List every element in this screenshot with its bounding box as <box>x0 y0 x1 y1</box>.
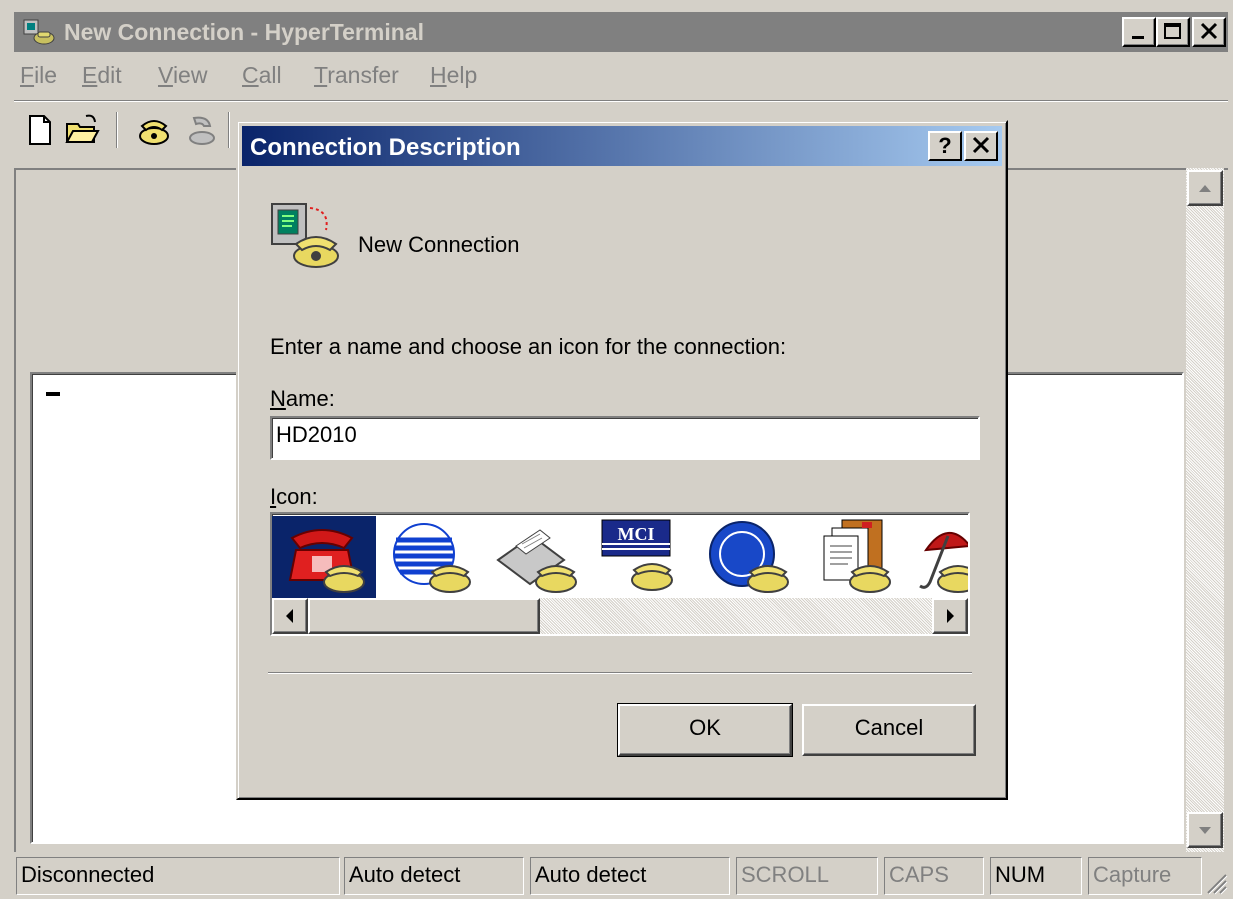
arrow-up-icon <box>1199 185 1211 192</box>
icon-option-ge[interactable] <box>696 516 800 598</box>
new-document-icon[interactable] <box>22 112 58 148</box>
mci-logo-icon: MCI <box>601 519 673 591</box>
globe-lines-icon <box>393 523 471 593</box>
status-caps: CAPS <box>884 857 984 895</box>
status-bar: Disconnected Auto detect Auto detect SCR… <box>14 855 1228 895</box>
vertical-scrollbar[interactable] <box>1186 168 1224 852</box>
dialog-title: Connection Description <box>250 134 521 161</box>
icon-option-red-phone[interactable] <box>272 516 376 598</box>
connection-computer-phone-icon <box>271 203 339 268</box>
maximize-icon <box>1164 23 1181 39</box>
status-capture: Capture <box>1088 857 1202 895</box>
icon-list[interactable]: MCI <box>270 512 970 636</box>
size-grip-icon[interactable] <box>1202 869 1228 895</box>
status-connection: Disconnected <box>16 857 340 895</box>
cancel-button[interactable]: Cancel <box>802 704 976 756</box>
window-title-bar[interactable]: New Connection - HyperTerminal <box>14 12 1228 52</box>
menu-file[interactable]: File <box>20 62 57 89</box>
icon-option-documents[interactable] <box>802 516 906 598</box>
minimize-icon <box>1132 36 1144 39</box>
icon-option-globe[interactable] <box>378 516 482 598</box>
arrow-left-icon <box>286 609 293 623</box>
status-emulation: Auto detect <box>344 857 524 895</box>
status-port-settings: Auto detect <box>530 857 730 895</box>
red-phone-icon <box>288 529 365 593</box>
maximize-button[interactable] <box>1156 17 1190 47</box>
close-button[interactable] <box>1192 17 1226 47</box>
arrow-right-icon <box>947 609 954 623</box>
ge-logo-icon <box>709 521 789 593</box>
icon-list-horizontal-scrollbar[interactable] <box>272 598 968 634</box>
dialog-title-bar[interactable]: Connection Description ? <box>242 126 1002 166</box>
call-phone-icon[interactable] <box>136 112 172 148</box>
name-input[interactable]: HD2010 <box>270 416 980 460</box>
toolbar-separator <box>116 112 118 148</box>
icon-option-fax[interactable] <box>484 516 588 598</box>
scroll-right-button[interactable] <box>932 598 968 634</box>
window-title: New Connection - HyperTerminal <box>64 19 424 45</box>
connection-name-display: New Connection <box>358 232 520 257</box>
instruction-text: Enter a name and choose an icon for the … <box>270 334 787 359</box>
status-scroll: SCROLL <box>736 857 878 895</box>
umbrella-icon <box>919 531 968 593</box>
scroll-down-button[interactable] <box>1187 812 1223 848</box>
documents-icon <box>823 519 891 593</box>
name-label: Name: <box>270 386 335 411</box>
help-button[interactable]: ? <box>928 131 962 161</box>
dialog-separator <box>268 672 972 674</box>
mci-logo-text: MCI <box>618 524 655 544</box>
icon-option-umbrella[interactable] <box>908 516 968 598</box>
connection-description-dialog: Connection Description ? New Connection … <box>236 120 1008 800</box>
status-num: NUM <box>990 857 1082 895</box>
close-icon <box>972 136 990 154</box>
scroll-left-button[interactable] <box>272 598 308 634</box>
close-icon <box>1200 22 1218 40</box>
terminal-cursor <box>46 392 60 396</box>
ok-button[interactable]: OK <box>617 703 793 757</box>
hyperterminal-app-icon <box>23 19 55 45</box>
disconnect-phone-icon[interactable] <box>184 112 220 148</box>
arrow-down-icon <box>1199 827 1211 834</box>
menu-edit[interactable]: Edit <box>82 62 122 89</box>
menu-help[interactable]: Help <box>430 62 477 89</box>
minimize-button[interactable] <box>1122 17 1156 47</box>
scroll-thumb[interactable] <box>308 598 540 634</box>
menu-call[interactable]: Call <box>242 62 282 89</box>
menu-transfer[interactable]: Transfer <box>314 62 399 89</box>
menu-separator <box>14 100 1228 102</box>
open-folder-icon[interactable] <box>64 112 100 148</box>
icon-option-mci[interactable]: MCI <box>590 516 694 598</box>
scroll-up-button[interactable] <box>1187 170 1223 206</box>
menu-bar: File Edit View Call Transfer Help <box>14 54 1228 98</box>
icon-label: Icon: <box>270 484 318 509</box>
toolbar-separator <box>228 112 230 148</box>
dialog-close-button[interactable] <box>964 131 998 161</box>
fax-machine-icon <box>496 529 577 593</box>
menu-view[interactable]: View <box>158 62 207 89</box>
